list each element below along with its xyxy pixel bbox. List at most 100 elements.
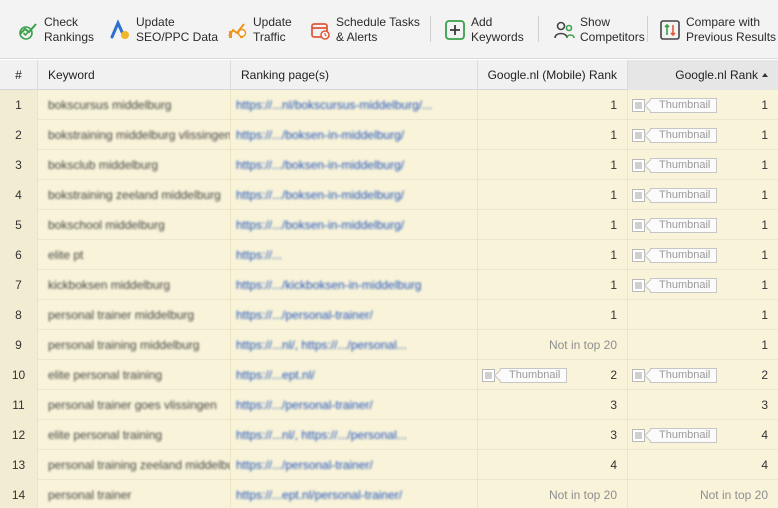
ranking-page-link[interactable]: https://.../kickboksen-in-middelburg	[236, 278, 421, 292]
add-keywords-button[interactable]: Add Keywords	[444, 0, 524, 59]
keyword-cell[interactable]: personal trainer	[38, 480, 231, 508]
table-row[interactable]: 4 bokstraining zeeland middelburg https:…	[0, 180, 778, 210]
schedule-tasks-button[interactable]: Schedule Tasks & Alerts	[309, 0, 420, 59]
table-row[interactable]: 5 bokschool middelburg https://.../bokse…	[0, 210, 778, 240]
rank-thumbnail[interactable]: Thumbnail	[632, 247, 718, 263]
update-traffic-button[interactable]: Update Traffic	[226, 0, 292, 59]
keyword-cell[interactable]: elite personal training	[38, 360, 231, 390]
rank-thumbnail[interactable]: Thumbnail	[632, 127, 718, 143]
ranking-page-cell[interactable]: https://.../kickboksen-in-middelburg	[231, 270, 478, 300]
check-rankings-button[interactable]: Check Rankings	[17, 0, 94, 59]
keyword-cell[interactable]: kickboksen middelburg	[38, 270, 231, 300]
mobile-rank-value: 3	[610, 428, 617, 442]
mobile-rank-value: 1	[610, 188, 617, 202]
update-seo-ppc-button[interactable]: Update SEO/PPC Data	[109, 0, 218, 59]
ranking-page-link[interactable]: https://.../personal-trainer/	[236, 458, 373, 472]
ranking-page-cell[interactable]: https://...nl/bokscursus-middelburg/...	[231, 90, 478, 120]
row-number: 10	[0, 360, 38, 390]
ranking-page-link[interactable]: https://...nl/, https://.../personal...	[236, 338, 407, 352]
table-row[interactable]: 7 kickboksen middelburg https://.../kick…	[0, 270, 778, 300]
ranking-page-link[interactable]: https://.../boksen-in-middelburg/	[236, 218, 404, 232]
ranking-page-cell[interactable]: https://.../personal-trainer/	[231, 390, 478, 420]
table-row[interactable]: 13 personal training zeeland middelburg …	[0, 450, 778, 480]
ranking-page-link[interactable]: https://.../boksen-in-middelburg/	[236, 158, 404, 172]
table-row[interactable]: 10 elite personal training https://...ep…	[0, 360, 778, 390]
table-row[interactable]: 8 personal trainer middelburg https://..…	[0, 300, 778, 330]
ranking-page-cell[interactable]: https://.../boksen-in-middelburg/	[231, 210, 478, 240]
header-keyword[interactable]: Keyword	[38, 60, 231, 90]
ranking-page-link[interactable]: https://...nl/, https://.../personal...	[236, 428, 407, 442]
table-row[interactable]: 3 boksclub middelburg https://.../boksen…	[0, 150, 778, 180]
table-row[interactable]: 14 personal trainer https://...ept.nl/pe…	[0, 480, 778, 508]
header-num[interactable]: #	[0, 60, 38, 90]
table-row[interactable]: 1 bokscursus middelburg https://...nl/bo…	[0, 90, 778, 120]
rank-thumbnail[interactable]: Thumbnail	[632, 157, 718, 173]
header-mobile-rank[interactable]: Google.nl (Mobile) Rank	[478, 60, 628, 90]
table-row[interactable]: 9 personal training middelburg https://.…	[0, 330, 778, 360]
mobile-rank-value: 1	[610, 158, 617, 172]
header-ranking-page[interactable]: Ranking page(s)	[231, 60, 478, 90]
rank-value: 1	[761, 158, 768, 172]
ranking-page-link[interactable]: https://...nl/bokscursus-middelburg/...	[236, 98, 432, 112]
ranking-page-link[interactable]: https://.../personal-trainer/	[236, 398, 373, 412]
keyword-text: bokstraining zeeland middelburg	[48, 188, 221, 202]
ranking-page-link[interactable]: https://.../boksen-in-middelburg/	[236, 188, 404, 202]
rank-thumbnail[interactable]: Thumbnail	[632, 427, 718, 443]
row-number: 3	[0, 150, 38, 180]
header-rank[interactable]: Google.nl Rank	[628, 60, 778, 90]
table-row[interactable]: 6 elite pt https://... 1 Thumbnail 1	[0, 240, 778, 270]
ranking-page-cell[interactable]: https://...ept.nl/	[231, 360, 478, 390]
show-competitors-button[interactable]: Show Competitors	[553, 0, 645, 59]
ranking-page-link[interactable]: https://.../boksen-in-middelburg/	[236, 128, 404, 142]
ranking-page-cell[interactable]: https://...nl/, https://.../personal...	[231, 420, 478, 450]
keyword-cell[interactable]: boksclub middelburg	[38, 150, 231, 180]
row-number: 1	[0, 90, 38, 120]
rank-thumbnail[interactable]: Thumbnail	[632, 97, 718, 113]
ranking-page-cell[interactable]: https://...	[231, 240, 478, 270]
rank-cell: Thumbnail 4	[628, 420, 778, 450]
update-seo-icon	[110, 18, 129, 39]
ranking-page-link[interactable]: https://...	[236, 248, 282, 262]
keyword-cell[interactable]: bokscursus middelburg	[38, 90, 231, 120]
table-row[interactable]: 11 personal trainer goes vlissingen http…	[0, 390, 778, 420]
ranking-page-cell[interactable]: https://.../boksen-in-middelburg/	[231, 120, 478, 150]
table-row[interactable]: 12 elite personal training https://...nl…	[0, 420, 778, 450]
sort-up-icon	[762, 73, 768, 77]
ranking-page-cell[interactable]: https://...ept.nl/personal-trainer/	[231, 480, 478, 508]
compare-results-button[interactable]: Compare with Previous Results	[659, 0, 776, 59]
ranking-page-link[interactable]: https://...ept.nl/personal-trainer/	[236, 488, 402, 502]
mobile-rank-cell: 1	[478, 240, 628, 270]
rank-value: 4	[761, 458, 768, 472]
rank-thumbnail[interactable]: Thumbnail	[632, 217, 718, 233]
ranking-page-cell[interactable]: https://.../boksen-in-middelburg/	[231, 180, 478, 210]
keyword-cell[interactable]: personal training middelburg	[38, 330, 231, 360]
ranking-page-cell[interactable]: https://.../personal-trainer/	[231, 300, 478, 330]
keyword-cell[interactable]: elite pt	[38, 240, 231, 270]
row-number: 8	[0, 300, 38, 330]
ranking-page-cell[interactable]: https://.../personal-trainer/	[231, 450, 478, 480]
keyword-cell[interactable]: personal trainer middelburg	[38, 300, 231, 330]
ranking-page-cell[interactable]: https://.../boksen-in-middelburg/	[231, 150, 478, 180]
keyword-text: personal trainer middelburg	[48, 308, 195, 322]
mobile-rank-value: 1	[610, 218, 617, 232]
keyword-cell[interactable]: personal training zeeland middelburg	[38, 450, 231, 480]
ranking-page-cell[interactable]: https://...nl/, https://.../personal...	[231, 330, 478, 360]
rank-thumbnail[interactable]: Thumbnail	[632, 277, 718, 293]
rank-thumbnail[interactable]: Thumbnail	[632, 187, 718, 203]
mobile-thumbnail[interactable]: Thumbnail	[482, 367, 568, 383]
keyword-cell[interactable]: bokstraining middelburg vlissingen	[38, 120, 231, 150]
rank-value: 4	[761, 428, 768, 442]
keyword-cell[interactable]: elite personal training	[38, 420, 231, 450]
thumbnail-label: Thumbnail	[650, 277, 718, 293]
keyword-text: elite pt	[48, 248, 84, 262]
ranking-page-link[interactable]: https://...ept.nl/	[236, 368, 315, 382]
rank-thumbnail[interactable]: Thumbnail	[632, 367, 718, 383]
mobile-rank-cell: 1	[478, 270, 628, 300]
keyword-cell[interactable]: bokschool middelburg	[38, 210, 231, 240]
rank-value: 1	[761, 218, 768, 232]
ranking-page-link[interactable]: https://.../personal-trainer/	[236, 308, 373, 322]
keyword-cell[interactable]: personal trainer goes vlissingen	[38, 390, 231, 420]
keyword-cell[interactable]: bokstraining zeeland middelburg	[38, 180, 231, 210]
table-row[interactable]: 2 bokstraining middelburg vlissingen htt…	[0, 120, 778, 150]
row-number: 4	[0, 180, 38, 210]
